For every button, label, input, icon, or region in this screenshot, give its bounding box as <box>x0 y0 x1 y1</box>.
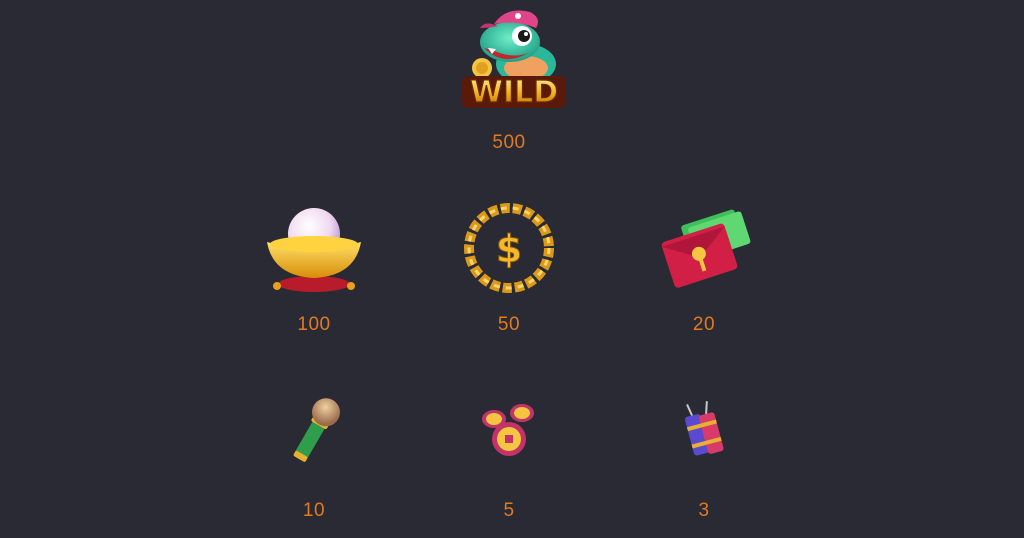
coins-payout-value: 5 <box>503 500 515 521</box>
firecracker-symbol-cell: 3 <box>634 393 774 522</box>
dollar-medallion-payout-value: 50 <box>497 314 521 335</box>
gold-ingot-symbol-cell: 100 <box>244 200 384 336</box>
dollar-medallion-symbol-cell: $ 50 <box>439 200 579 336</box>
svg-text:$: $ <box>496 227 522 271</box>
red-envelope-symbol-cell: 20 <box>634 200 774 336</box>
firecracker-payout-value: 3 <box>698 500 710 521</box>
red-envelope-payout-value: 20 <box>692 314 716 335</box>
dollar-chain-icon: $ <box>464 203 554 293</box>
wild-logo-text: WILD <box>470 75 558 110</box>
microphone-icon <box>293 398 340 462</box>
microphone-symbol-cell: 10 <box>244 393 384 522</box>
microphone-payout-value: 10 <box>302 500 326 521</box>
gold-ingot-icon <box>267 208 361 292</box>
lucky-coins-icon <box>482 404 534 456</box>
wild-snake-icon: WILD <box>462 10 566 111</box>
coins-symbol-cell: 5 <box>439 393 579 522</box>
wild-symbol-cell: WILD 500 <box>439 2 579 154</box>
red-envelope-icon <box>661 209 751 288</box>
paytable-panel: WILD 500 100 $ 50 20 10 5 3 <box>0 0 1024 538</box>
wild-payout-value: 500 <box>492 132 526 153</box>
firecracker-icon <box>685 401 724 456</box>
gold-ingot-payout-value: 100 <box>297 314 331 335</box>
